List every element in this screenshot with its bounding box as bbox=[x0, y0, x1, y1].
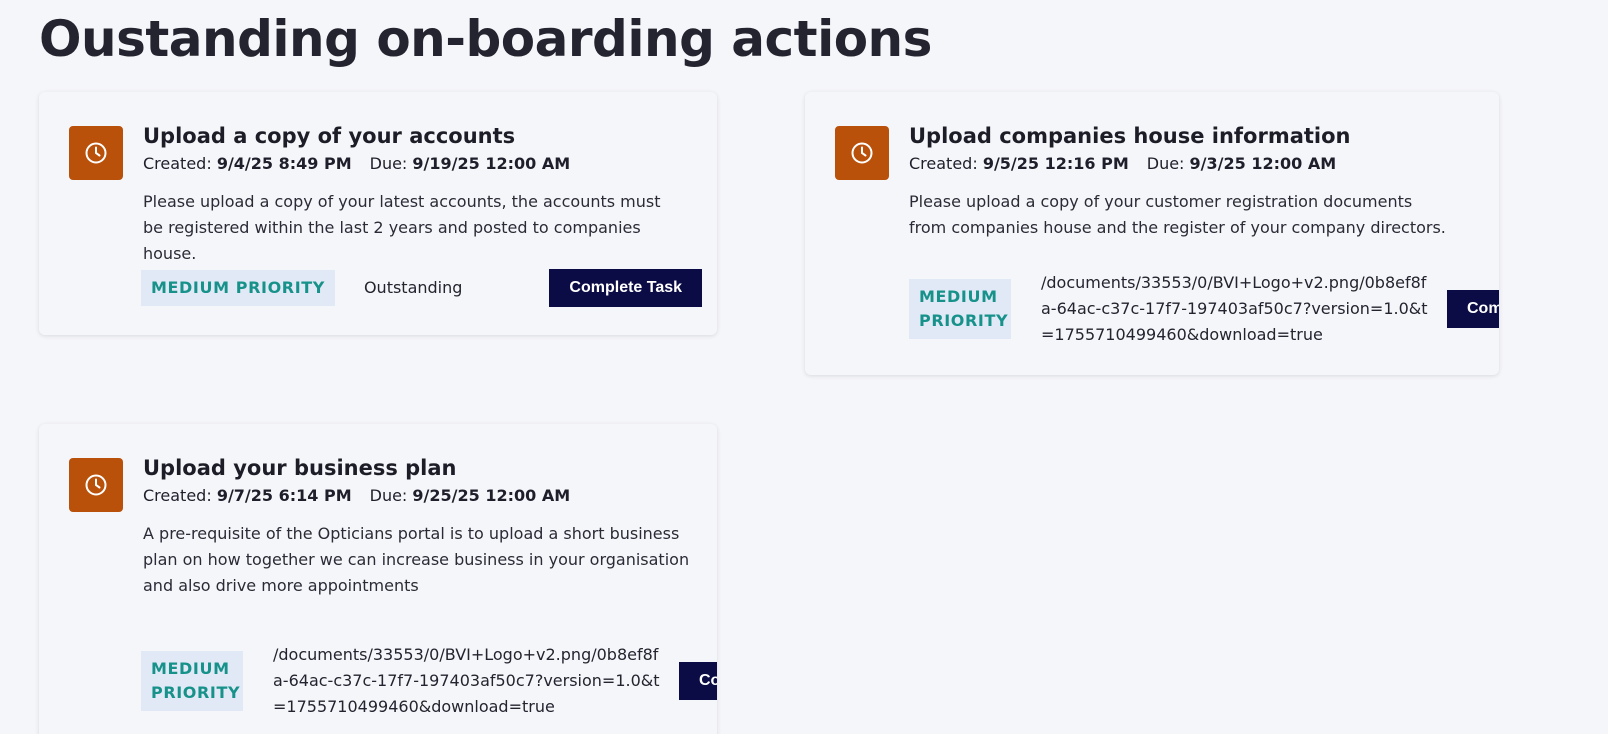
task-card: Upload companies house information Creat… bbox=[805, 92, 1499, 375]
created-date: 9/7/25 6:14 PM bbox=[216, 486, 352, 505]
task-card: Upload your business plan Created: 9/7/2… bbox=[39, 424, 717, 734]
task-actions: MEDIUM PRIORITY /documents/33553/0/BVI+L… bbox=[909, 270, 1499, 348]
task-dates: Created: 9/4/25 8:49 PM Due: 9/19/25 12:0… bbox=[143, 153, 683, 175]
complete-task-button[interactable]: Complete Task bbox=[549, 269, 703, 307]
due-label: Due: bbox=[369, 154, 408, 173]
due-date: 9/19/25 12:00 AM bbox=[412, 154, 571, 173]
complete-task-button[interactable]: Complete Task bbox=[1447, 290, 1499, 328]
task-actions: MEDIUM PRIORITY /documents/33553/0/BVI+L… bbox=[141, 642, 717, 720]
page-title: Oustanding on-boarding actions bbox=[39, 10, 932, 68]
onboarding-page: Oustanding on-boarding actions Upload a … bbox=[0, 0, 1608, 734]
attachment-path: /documents/33553/0/BVI+Logo+v2.png/0b8ef… bbox=[1041, 273, 1428, 344]
due-date: 9/25/25 12:00 AM bbox=[412, 486, 571, 505]
attachment-path: /documents/33553/0/BVI+Logo+v2.png/0b8ef… bbox=[273, 645, 660, 716]
task-card: Upload a copy of your accounts Created: … bbox=[39, 92, 717, 335]
clock-icon bbox=[69, 126, 123, 180]
due-label: Due: bbox=[369, 486, 408, 505]
due-label: Due: bbox=[1146, 154, 1185, 173]
task-actions: MEDIUM PRIORITY Outstanding Complete Tas… bbox=[141, 269, 703, 307]
clock-icon bbox=[835, 126, 889, 180]
task-dates: Created: 9/7/25 6:14 PM Due: 9/25/25 12:0… bbox=[143, 485, 703, 507]
priority-badge: MEDIUM PRIORITY bbox=[909, 279, 1011, 339]
task-dates: Created: 9/5/25 12:16 PM Due: 9/3/25 12:0… bbox=[909, 153, 1449, 175]
due-date: 9/3/25 12:00 AM bbox=[1189, 154, 1337, 173]
task-title: Upload a copy of your accounts bbox=[143, 124, 516, 148]
priority-badge: MEDIUM PRIORITY bbox=[141, 270, 335, 306]
created-label: Created: bbox=[909, 154, 978, 173]
task-title: Upload your business plan bbox=[143, 456, 457, 480]
task-title: Upload companies house information bbox=[909, 124, 1351, 148]
created-date: 9/5/25 12:16 PM bbox=[982, 154, 1129, 173]
priority-badge: MEDIUM PRIORITY bbox=[141, 651, 243, 711]
created-label: Created: bbox=[143, 154, 212, 173]
created-label: Created: bbox=[143, 486, 212, 505]
task-description: Please upload a copy of your latest acco… bbox=[143, 192, 661, 263]
task-description: A pre-requisite of the Opticians portal … bbox=[143, 524, 690, 595]
complete-task-button[interactable]: Complete Task bbox=[679, 662, 717, 700]
task-description: Please upload a copy of your customer re… bbox=[909, 192, 1446, 237]
clock-icon bbox=[69, 458, 123, 512]
created-date: 9/4/25 8:49 PM bbox=[216, 154, 352, 173]
task-status: Outstanding bbox=[363, 278, 463, 297]
